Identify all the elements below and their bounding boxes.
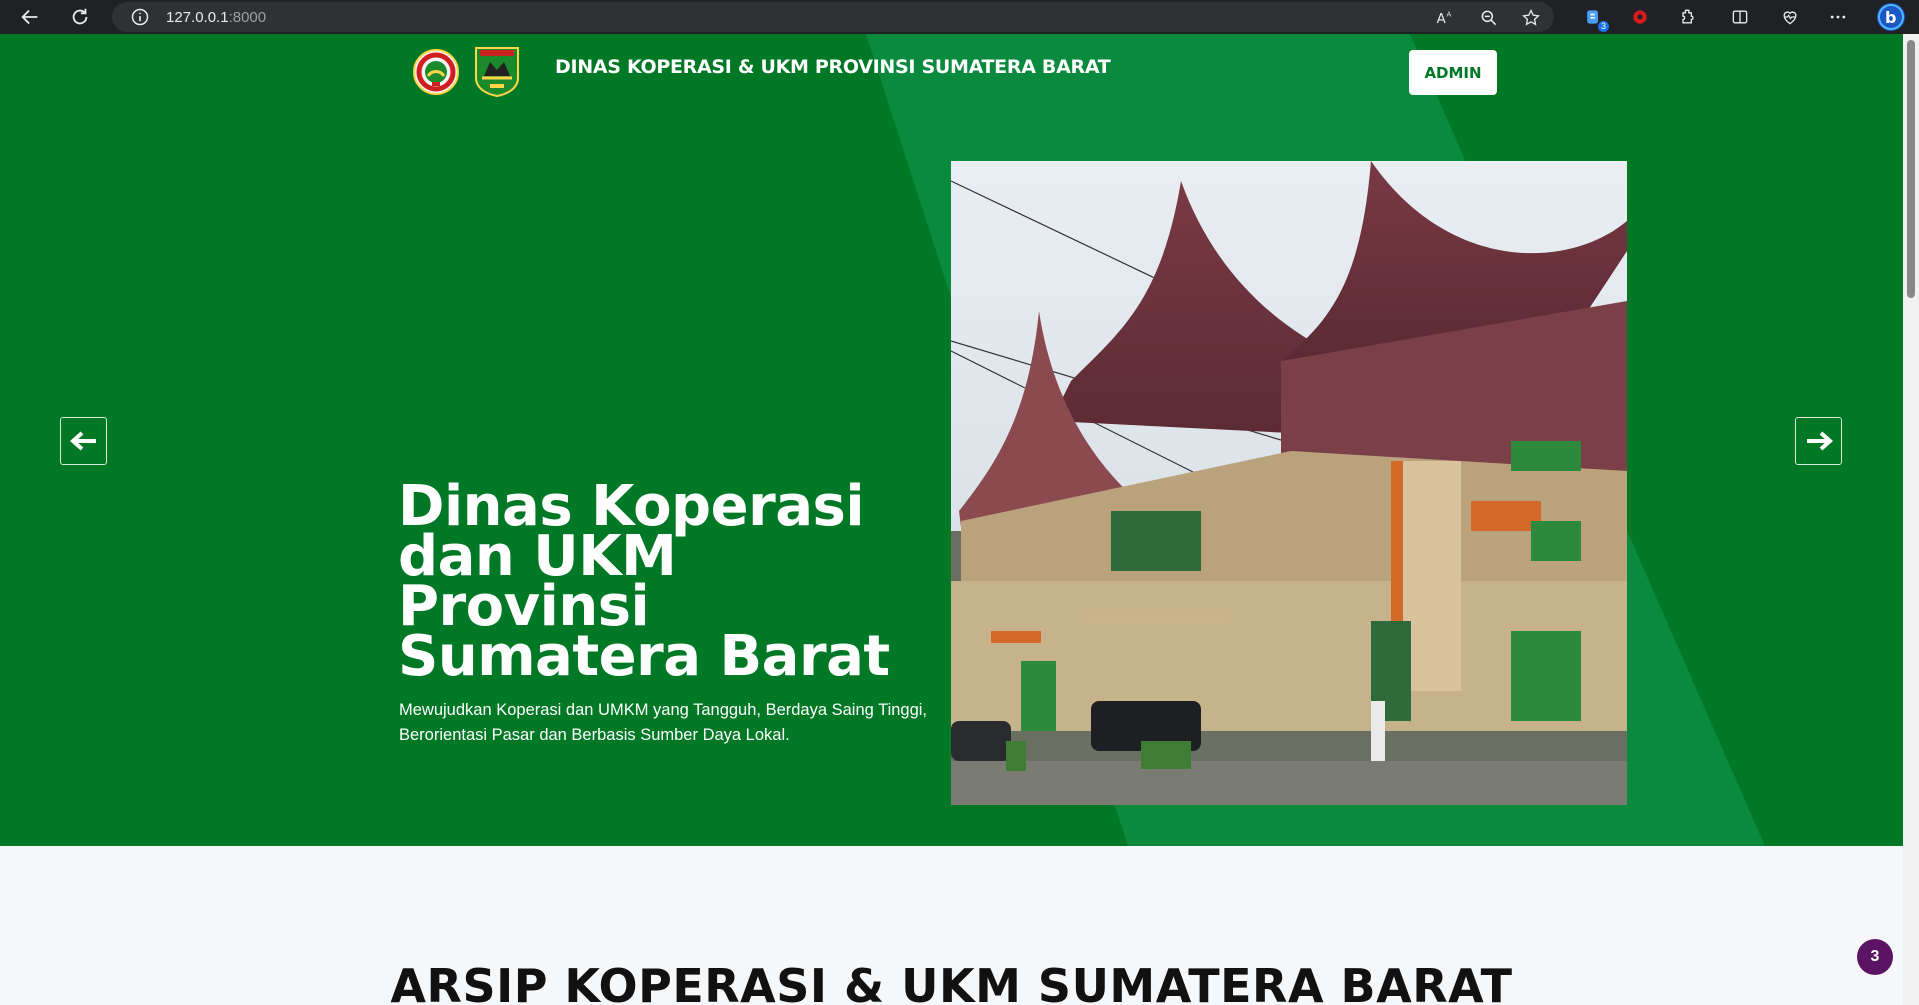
- notification-badge[interactable]: 3: [1857, 939, 1893, 975]
- svg-text:b: b: [1885, 8, 1896, 27]
- health-icon: [1783, 11, 1797, 25]
- admin-button[interactable]: ADMIN: [1409, 50, 1497, 95]
- site-brand[interactable]: DINAS KOPERASI & UKM PROVINSI SUMATERA B…: [555, 56, 1111, 78]
- archive-section-title: ARSIP KOPERASI & UKM SUMATERA BARAT: [390, 959, 1513, 1005]
- carousel-next-button[interactable]: [1795, 417, 1842, 465]
- record-icon: [1633, 10, 1647, 24]
- split-screen-icon: [1732, 10, 1748, 24]
- zoom-icon: [1481, 10, 1497, 26]
- bing-icon: b: [1877, 3, 1905, 31]
- extensions-button[interactable]: [1675, 4, 1701, 30]
- hero-subtitle: Mewujudkan Koperasi dan UMKM yang Tanggu…: [399, 701, 928, 744]
- extensions-icon: [1682, 9, 1694, 24]
- more-icon: [1830, 15, 1846, 19]
- hero-title: Dinas Koperasi dan UKM Provinsi Sumatera…: [398, 474, 890, 689]
- extension-badge: 3: [1597, 21, 1609, 32]
- koperasi-logo[interactable]: [412, 48, 460, 96]
- url-port: :8000: [228, 8, 267, 26]
- info-icon[interactable]: [130, 7, 150, 27]
- read-aloud-button[interactable]: AA: [1434, 7, 1456, 29]
- hero-section: DINAS KOPERASI & UKM PROVINSI SUMATERA B…: [0, 34, 1903, 846]
- building-illustration: [951, 161, 1627, 805]
- back-button[interactable]: [14, 3, 46, 31]
- health-button[interactable]: [1777, 4, 1803, 30]
- back-icon: [21, 9, 38, 25]
- web-page: DINAS KOPERASI & UKM PROVINSI SUMATERA B…: [0, 34, 1903, 1005]
- split-screen-button[interactable]: [1727, 4, 1753, 30]
- favorite-button[interactable]: [1520, 7, 1542, 29]
- scrollbar-thumb[interactable]: [1907, 40, 1915, 298]
- svg-text:A: A: [1447, 10, 1452, 18]
- svg-text:A: A: [1437, 12, 1446, 27]
- arrow-right-icon: [1806, 431, 1833, 451]
- record-extension-button[interactable]: [1627, 4, 1653, 30]
- favorite-icon: [1522, 8, 1540, 26]
- address-bar[interactable]: 127.0.0.1:8000 AA: [112, 2, 1554, 32]
- read-aloud-icon: AA: [1437, 10, 1452, 27]
- sumbar-province-logo[interactable]: [472, 44, 522, 98]
- office-building-photo: [951, 161, 1627, 805]
- url-text: 127.0.0.1:8000: [166, 9, 266, 26]
- page-scrollbar[interactable]: [1903, 34, 1919, 1005]
- url-host: 127.0.0.1: [166, 8, 229, 26]
- browser-toolbar: 127.0.0.1:8000 AA 3 b: [0, 0, 1919, 34]
- reload-button[interactable]: [64, 3, 96, 31]
- reload-icon: [72, 8, 88, 25]
- bing-button[interactable]: b: [1876, 2, 1906, 32]
- arrow-left-icon: [69, 431, 96, 451]
- carousel-prev-button[interactable]: [60, 417, 107, 465]
- site-header: DINAS KOPERASI & UKM PROVINSI SUMATERA B…: [0, 34, 1903, 104]
- more-button[interactable]: [1825, 4, 1851, 30]
- extension-button[interactable]: 3: [1580, 4, 1609, 32]
- zoom-button[interactable]: [1478, 7, 1500, 29]
